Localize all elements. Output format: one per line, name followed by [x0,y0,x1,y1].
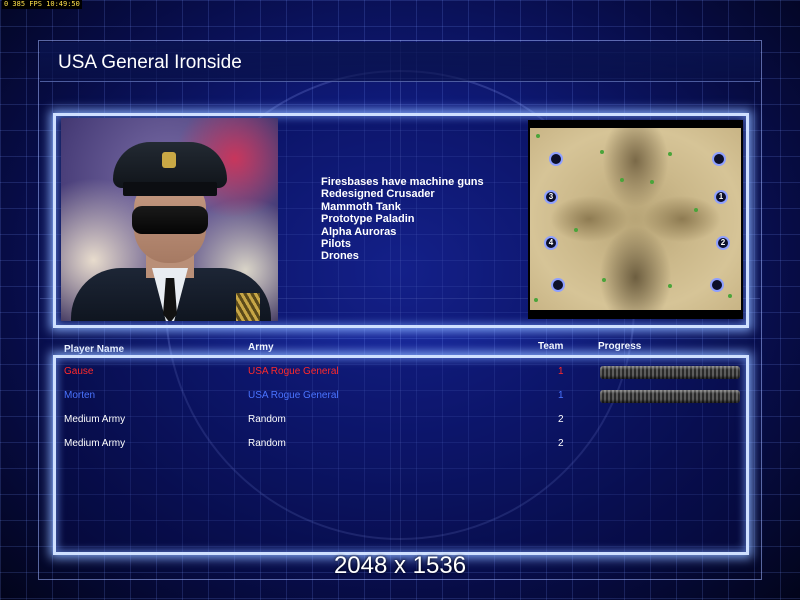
player-team: 2 [558,438,564,449]
portrait-cap-band [123,182,217,196]
player-team: 2 [558,414,564,425]
map-tree [668,284,672,288]
map-tree [694,208,698,212]
loading-screen: 0 385 FPS 10:49:50 USA General Ironside … [0,0,800,600]
general-portrait [61,118,278,321]
player-army: USA Rogue General [248,366,339,377]
spawn-marker: 3 [544,190,558,204]
player-team: 1 [558,390,564,401]
player-row: Gause USA Rogue General 1 [0,366,800,386]
map-tree [728,294,732,298]
fps-overlay: 0 385 FPS 10:49:50 [2,0,82,9]
player-army: Random [248,414,286,425]
portrait-visor [132,206,208,234]
spawn-marker: 1 [714,190,728,204]
player-progress-bar [600,390,740,403]
map-tree [574,228,578,232]
map-tree [650,180,654,184]
map-tree [536,134,540,138]
map-tree [668,152,672,156]
portrait-cap-badge [162,152,176,168]
general-features-list: Firesbases have machine guns Redesigned … [321,176,484,263]
portrait-braid [236,293,260,321]
player-progress-bar [600,366,740,379]
spawn-marker [710,278,724,292]
spawn-marker: 4 [544,236,558,250]
player-name: Medium Army [64,438,126,449]
map-preview: 3 1 4 2 [528,120,743,319]
feature-item: Pilots [321,238,351,251]
player-army: Random [248,438,286,449]
map-tree [600,150,604,154]
feature-item: Redesigned Crusader [321,188,435,201]
spawn-marker [712,152,726,166]
player-team: 1 [558,366,564,377]
feature-item: Mammoth Tank [321,200,401,213]
player-name: Medium Army [64,414,126,425]
player-army: USA Rogue General [248,390,339,401]
spawn-marker: 2 [716,236,730,250]
column-header-progress: Progress [598,341,642,352]
player-row: Medium Army Random 2 [0,438,800,458]
player-name: Gause [64,366,94,377]
map-tree [620,178,624,182]
spawn-marker [549,152,563,166]
map-tree [534,298,538,302]
feature-item: Alpha Auroras [321,225,397,238]
general-title: USA General Ironside [58,52,242,73]
map-tree [602,278,606,282]
feature-item: Firesbases have machine guns [321,176,484,188]
column-header-player-name: Player Name [64,344,125,355]
column-header-team: Team [538,341,564,352]
map-terrain: 3 1 4 2 [530,128,741,310]
spawn-marker [551,278,565,292]
player-row: Medium Army Random 2 [0,414,800,434]
player-row: Morten USA Rogue General 1 [0,390,800,410]
player-name: Morten [64,390,96,401]
column-header-army: Army [248,342,274,353]
feature-item: Drones [321,250,359,263]
feature-item: Prototype Paladin [321,213,415,226]
resolution-label: 2048 x 1536 [333,552,467,579]
